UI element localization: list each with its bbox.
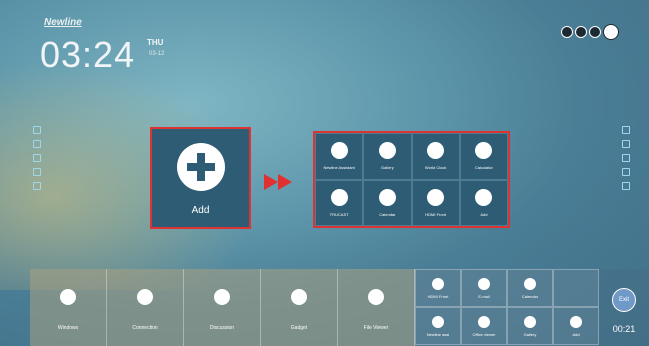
side-tool-icon[interactable] xyxy=(622,140,630,148)
discussion-icon xyxy=(214,289,230,305)
side-tool-icon[interactable] xyxy=(33,168,41,176)
dock-connection[interactable]: Connection xyxy=(107,269,184,346)
app-tile[interactable]: Gallery xyxy=(363,133,412,180)
side-tool-icon[interactable] xyxy=(33,140,41,148)
clock-day: THU xyxy=(147,38,164,47)
dock-windows[interactable]: Windows xyxy=(30,269,107,346)
gear-icon[interactable] xyxy=(603,24,619,40)
quick-apps-grid: HDMI Front E-mail Calendar Newline assi … xyxy=(415,269,599,346)
dock-discussion[interactable]: Discussion xyxy=(184,269,261,346)
add-icon xyxy=(570,315,582,328)
side-tool-icon[interactable] xyxy=(33,154,41,162)
exit-button[interactable]: Exit xyxy=(612,288,636,312)
connection-icon xyxy=(137,289,153,305)
app-label: Add xyxy=(480,211,488,217)
quick-app[interactable]: E-mail xyxy=(461,269,507,307)
calendar-icon xyxy=(378,188,396,206)
quick-app[interactable]: Office viewer xyxy=(461,307,507,345)
app-tile[interactable]: World Clock xyxy=(411,133,460,180)
add-icon xyxy=(176,143,225,191)
add-app-tile[interactable]: Add xyxy=(150,127,251,229)
assistant-icon xyxy=(330,142,348,160)
side-tool-icon[interactable] xyxy=(622,126,630,134)
quick-app-label: Office viewer xyxy=(472,331,496,337)
side-tool-icon[interactable] xyxy=(33,182,41,190)
quick-app[interactable]: Add xyxy=(553,307,599,345)
calculator-icon xyxy=(475,142,493,160)
gadget-icon xyxy=(291,289,307,305)
quick-app-label: Calendar xyxy=(521,293,539,299)
quick-app[interactable]: HDMI Front xyxy=(415,269,461,307)
network-icon[interactable] xyxy=(575,26,587,38)
exit-panel: Exit 00:21 xyxy=(599,269,649,346)
dock-label: Windows xyxy=(57,325,79,331)
app-label: HDMI Front xyxy=(425,211,446,217)
left-side-toolbar xyxy=(33,126,41,190)
world-clock-icon xyxy=(427,142,445,160)
quick-app-label: Gallery xyxy=(523,331,537,337)
app-label: World Clock xyxy=(424,165,447,171)
add-tile-label: Add xyxy=(191,205,210,216)
add-icon xyxy=(475,188,493,206)
app-tile[interactable]: Calendar xyxy=(363,179,412,226)
gallery-icon xyxy=(378,142,396,160)
app-picker-grid: Newline Assistant Gallery World Clock Ca… xyxy=(313,131,510,228)
calendar-icon xyxy=(524,277,536,290)
windows-icon xyxy=(60,289,76,305)
office-viewer-icon xyxy=(478,315,490,328)
quick-app-empty xyxy=(553,269,599,307)
quick-app[interactable]: Newline assi xyxy=(415,307,461,345)
side-tool-icon[interactable] xyxy=(622,168,630,176)
dock-main: Windows Connection Discussion Gadget Fil… xyxy=(30,269,415,346)
quick-app-label: HDMI Front xyxy=(427,293,449,299)
top-right-toolbar xyxy=(561,24,619,40)
clock-time: 03:24 xyxy=(40,34,136,75)
side-tool-icon[interactable] xyxy=(622,154,630,162)
app-tile[interactable]: Newline Assistant xyxy=(315,133,364,180)
trucast-icon xyxy=(330,188,348,206)
hdmi-icon xyxy=(432,277,444,290)
app-label: Calculator xyxy=(474,165,493,171)
source-icon[interactable] xyxy=(561,26,573,38)
brand-logo: Newline xyxy=(44,17,82,28)
hdmi-icon xyxy=(427,188,445,206)
quick-app-label: E-mail xyxy=(478,293,490,299)
side-tool-icon[interactable] xyxy=(33,126,41,134)
usb-icon[interactable] xyxy=(589,26,601,38)
arrow-right-icon xyxy=(264,174,292,190)
app-label: Gallery xyxy=(381,165,394,171)
dock-label: Gadget xyxy=(290,325,308,331)
dock-label: File Viewer xyxy=(363,325,389,331)
app-tile[interactable]: Calculator xyxy=(459,133,508,180)
bottom-dock: Windows Connection Discussion Gadget Fil… xyxy=(30,269,649,346)
quick-app[interactable]: Calendar xyxy=(507,269,553,307)
quick-app-label: Newline assi xyxy=(426,331,450,337)
app-tile[interactable]: TRUCAST xyxy=(315,179,364,226)
dock-label: Connection xyxy=(132,325,158,331)
side-tool-icon[interactable] xyxy=(622,182,630,190)
app-tile[interactable]: Add xyxy=(459,179,508,226)
clock-date: 03-12 xyxy=(149,51,165,57)
dock-file-viewer[interactable]: File Viewer xyxy=(338,269,415,346)
quick-app[interactable]: Gallery xyxy=(507,307,553,345)
app-tile[interactable]: HDMI Front xyxy=(411,179,460,226)
file-viewer-icon xyxy=(368,289,384,305)
app-label: Calendar xyxy=(379,211,396,217)
gallery-icon xyxy=(524,315,536,328)
right-side-toolbar xyxy=(622,126,630,190)
quick-app-label: Add xyxy=(572,331,580,337)
app-label: TRUCAST xyxy=(329,211,349,217)
dock-gadget[interactable]: Gadget xyxy=(261,269,338,346)
app-label: Newline Assistant xyxy=(323,165,355,171)
exit-timer: 00:21 xyxy=(612,324,636,334)
dock-label: Discussion xyxy=(209,325,235,331)
assistant-icon xyxy=(432,315,444,328)
email-icon xyxy=(478,277,490,290)
